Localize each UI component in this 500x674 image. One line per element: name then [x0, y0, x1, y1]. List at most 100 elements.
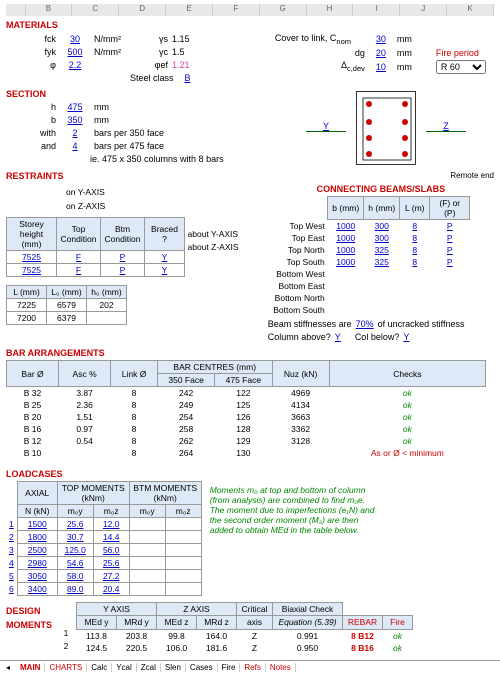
fyk-value[interactable]: 500: [60, 47, 90, 57]
beam-row: Bottom East: [268, 280, 470, 292]
gs-value: 1.15: [172, 34, 202, 44]
b-unit: mm: [94, 115, 109, 125]
bar-row: B 120.5482621293128ok: [7, 435, 486, 447]
h-value[interactable]: 475: [60, 102, 90, 112]
beam-row: Bottom North: [268, 292, 470, 304]
loadcase-row: 5305058.027.2: [6, 570, 201, 583]
with-value[interactable]: 2: [60, 128, 90, 138]
design-title: DESIGN: [6, 606, 56, 616]
stiff-value[interactable]: 70%: [356, 319, 374, 329]
section-summary: ie. 475 x 350 columns with 8 bars: [90, 154, 224, 164]
phief-label: φef: [138, 60, 168, 70]
loadcase-row: 6340089.020.4: [6, 583, 201, 596]
design-title2: MOMENTS: [6, 620, 56, 630]
gc-label: γc: [138, 47, 168, 57]
l-axis: about Y-AXIS: [188, 229, 244, 242]
column-section-icon: [356, 91, 416, 165]
with-text: bars per 350 face: [94, 128, 164, 138]
beam-row: Bottom West: [268, 268, 470, 280]
steel-value[interactable]: B: [178, 73, 198, 83]
design-row: 124.5220.5106.0181.6Z0.9508 B16ok: [77, 642, 413, 654]
tab-cases[interactable]: Cases: [186, 663, 218, 672]
beam-row: Top North10003258P: [268, 244, 470, 256]
tab-slen[interactable]: Slen: [161, 663, 186, 672]
bar-row: B 323.8782421224969ok: [7, 387, 486, 400]
b-value[interactable]: 350: [60, 115, 90, 125]
tab-fire[interactable]: Fire: [218, 663, 241, 672]
beams-table: b (mm)h (mm)L (m)(F) or (P) Top West1000…: [268, 196, 471, 316]
sheet-tabs[interactable]: ◂MAINCHARTSCalcYcalZcalSlenCasesFireRefs…: [0, 660, 500, 674]
restraints-table: Storey height (mm)Top ConditionBtm Condi…: [6, 217, 185, 277]
phief-value: 1.21: [172, 60, 202, 70]
dg-value[interactable]: 20: [369, 48, 393, 58]
restraint-axis: on Z-AXIS: [66, 201, 120, 215]
steel-label: Steel class: [130, 73, 174, 83]
gs-label: γs: [138, 34, 168, 44]
and-value[interactable]: 4: [60, 141, 90, 151]
restraint-row: 7525FPY: [7, 264, 185, 277]
dg-unit: mm: [397, 48, 412, 58]
beam-row: Bottom South: [268, 304, 470, 316]
dcdev-unit: mm: [397, 62, 412, 72]
tab-zcal[interactable]: Zcal: [137, 663, 161, 672]
loadcase-row: 1150025.612.0: [6, 518, 201, 531]
phi-label: φ: [6, 60, 56, 70]
l-row: 72006379: [7, 312, 127, 325]
and-text: bars per 475 face: [94, 141, 164, 151]
loadcase-row: 4298054.625.6: [6, 557, 201, 570]
section-title: SECTION: [6, 89, 306, 99]
b-label: b: [6, 115, 56, 125]
beam-row: Top West10003008P: [268, 220, 470, 233]
restraints-title: RESTRAINTS: [6, 171, 64, 181]
loadcase-row: 2180030.714.4: [6, 531, 201, 544]
loadcase-row: 32500125.056.0: [6, 544, 201, 557]
dcdev-value[interactable]: 10: [369, 62, 393, 72]
restraint-axis: on Y-AXIS: [66, 187, 120, 201]
beam-row: Top South10003258P: [268, 256, 470, 268]
l-row: 72256579202: [7, 299, 127, 312]
column-headers: B C D E F G H I J K: [6, 4, 494, 16]
tab-nav-icon[interactable]: ◂: [0, 663, 16, 672]
design-table: Y AXISZ AXISCriticalBiaxial Check MEd yM…: [76, 602, 413, 654]
col-below-value[interactable]: Y: [403, 332, 409, 342]
tab-notes[interactable]: Notes: [266, 663, 296, 672]
bars-table: Bar ØAsc %Link ØBAR CENTRES (mm)Nuz (kN)…: [6, 360, 486, 459]
l-axis: about Z-AXIS: [188, 242, 244, 255]
z-axis-label: Z: [426, 121, 466, 132]
design-row-num: 1: [60, 628, 72, 641]
cover-label: Cover to link, Cnom: [275, 33, 365, 46]
stiff-text: of uncracked stiffness: [378, 319, 465, 329]
fire-label: Fire period: [436, 48, 479, 58]
beams-title: CONNECTING BEAMS/SLABS: [268, 184, 494, 194]
fire-select[interactable]: R 60: [436, 60, 486, 74]
bars-title: BAR ARRANGEMENTS: [6, 348, 494, 358]
remote-end-label: Remote end: [268, 171, 494, 180]
cover-value[interactable]: 30: [369, 34, 393, 44]
tab-ycal[interactable]: Ycal: [112, 663, 137, 672]
h-label: h: [6, 102, 56, 112]
fck-value[interactable]: 30: [60, 34, 90, 44]
dcdev-label: Δc,dev: [275, 60, 365, 73]
loadcases-title: LOADCASES: [6, 469, 202, 479]
bar-row: B 108264130As or Ø < minimum: [7, 447, 486, 459]
cover-unit: mm: [397, 34, 412, 44]
col-above-value[interactable]: Y: [335, 332, 341, 342]
phi-value[interactable]: 2.2: [60, 60, 90, 70]
tab-refs[interactable]: Refs: [240, 663, 265, 672]
tab-main[interactable]: MAIN: [16, 663, 45, 672]
h-unit: mm: [94, 102, 109, 112]
col-below-label: Col below?: [355, 332, 400, 342]
and-label: and: [6, 141, 56, 151]
y-axis-label: Y: [306, 121, 346, 132]
fck-unit: N/mm²: [94, 34, 134, 44]
design-row: 113.8203.899.8164.0Z0.9918 B12ok: [77, 629, 413, 642]
gc-value: 1.5: [172, 47, 202, 57]
fyk-label: fyk: [6, 47, 56, 57]
tab-charts[interactable]: CHARTS: [45, 663, 87, 672]
tab-calc[interactable]: Calc: [87, 663, 112, 672]
bar-row: B 252.3682491254134ok: [7, 399, 486, 411]
fyk-unit: N/mm²: [94, 47, 134, 57]
with-label: with: [6, 128, 56, 138]
design-row-num: 2: [60, 641, 72, 654]
stiff-label: Beam stiffnesses are: [268, 319, 352, 329]
